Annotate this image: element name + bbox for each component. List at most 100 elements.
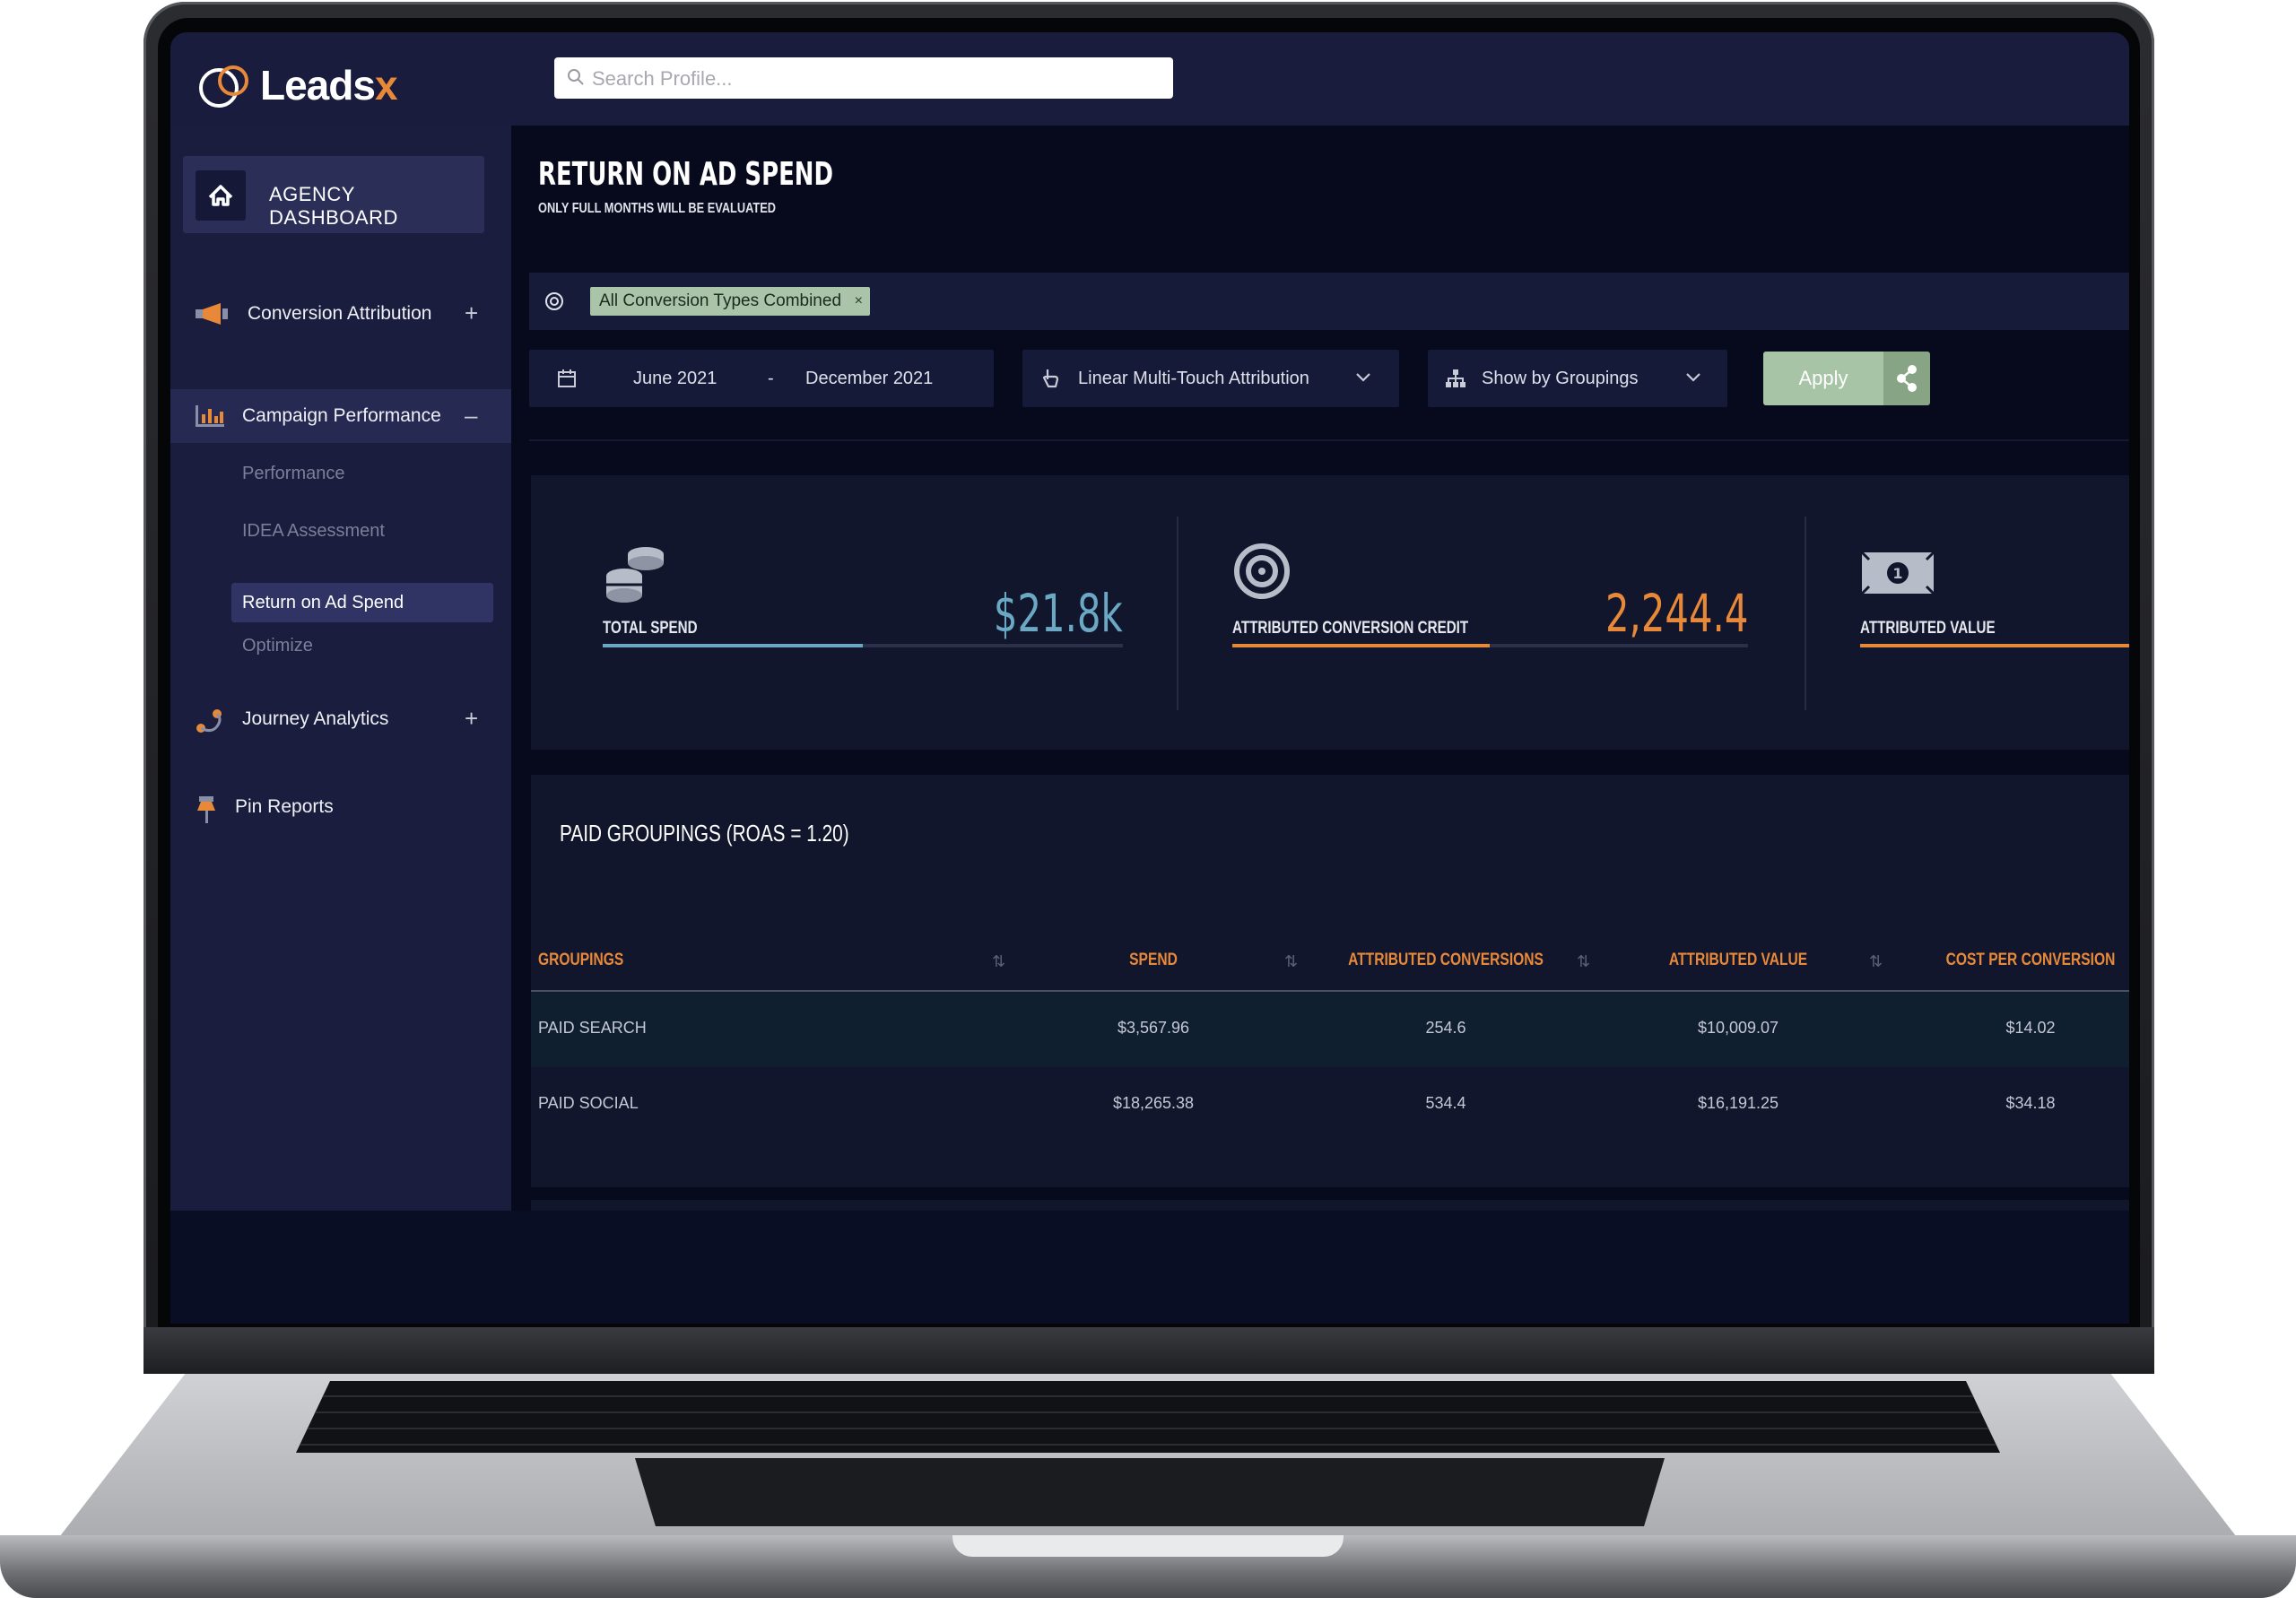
- nav-agency-dashboard[interactable]: AGENCY DASHBOARD: [183, 156, 484, 233]
- search-input[interactable]: [590, 63, 1159, 95]
- metric-progress-track: [1232, 644, 1748, 647]
- laptop-hinge: [144, 1327, 2154, 1374]
- cell-cost-per-conversion: $34.18: [2005, 1094, 2056, 1112]
- column-header-attributed-conversions[interactable]: ATTRIBUTED CONVERSIONS: [1348, 951, 1544, 970]
- cell-grouping: PAID SEARCH: [538, 1019, 647, 1037]
- sidebar-item-journey-analytics[interactable]: Journey Analytics +: [170, 692, 511, 746]
- metric-value: 2,244.4: [1605, 583, 1748, 644]
- chip-label: All Conversion Types Combined: [599, 291, 842, 310]
- conversion-filter-bar[interactable]: All Conversion Types Combined ×: [529, 273, 2129, 330]
- sort-icon[interactable]: ⇅: [1869, 952, 1883, 971]
- subitem-label: Return on Ad Spend: [242, 593, 404, 612]
- date-start: June 2021: [633, 369, 718, 388]
- cell-grouping: PAID SOCIAL: [538, 1094, 639, 1112]
- sidebar-item-label: Conversion Attribution: [248, 303, 432, 324]
- metric-progress-track: [603, 644, 1123, 647]
- subitem-label: Optimize: [242, 636, 313, 656]
- column-header-attributed-value[interactable]: ATTRIBUTED VALUE: [1669, 951, 1807, 970]
- table-row[interactable]: PAID SEARCH $3,567.96 254.6 $10,009.07 $…: [531, 992, 2129, 1067]
- chip-remove-icon[interactable]: ×: [855, 287, 863, 316]
- metric-separator: [1177, 517, 1178, 710]
- attribution-model-value: Linear Multi-Touch Attribution: [1078, 369, 1309, 388]
- search-icon: [568, 69, 584, 85]
- screen-footer-area: [170, 1211, 2129, 1324]
- conversion-type-chip[interactable]: All Conversion Types Combined ×: [590, 287, 871, 316]
- share-button[interactable]: [1883, 352, 1930, 405]
- sidebar-subitem-performance[interactable]: Performance: [231, 454, 483, 493]
- cell-spend: $3,567.96: [1117, 1019, 1190, 1037]
- route-icon: [196, 709, 222, 733]
- collapse-icon[interactable]: –: [465, 402, 477, 430]
- metric-total-spend: TOTAL SPEND $21.8k: [603, 475, 1123, 750]
- sidebar-item-conversion-attribution[interactable]: Conversion Attribution +: [170, 287, 511, 341]
- cell-attributed-conversions: 534.4: [1425, 1094, 1466, 1112]
- date-end: December 2021: [805, 369, 934, 388]
- table-row[interactable]: PAID SOCIAL $18,265.38 534.4 $16,191.25 …: [531, 1067, 2129, 1142]
- attribution-model-select[interactable]: Linear Multi-Touch Attribution: [1022, 350, 1399, 407]
- next-section-edge: [531, 1200, 2129, 1211]
- sidebar: AGENCY DASHBOARD Conversion Attribution …: [170, 126, 511, 1211]
- sort-icon[interactable]: ⇅: [1284, 952, 1298, 971]
- nav-home-label: AGENCY DASHBOARD: [269, 183, 398, 229]
- search-box[interactable]: [554, 57, 1173, 99]
- pin-icon: [197, 796, 215, 823]
- sort-icon[interactable]: ⇅: [992, 952, 1005, 971]
- app-screen: Leadsx AGENCY DASHBOARD: [170, 32, 2129, 1324]
- sidebar-subitem-optimize[interactable]: Optimize: [231, 626, 483, 665]
- subitem-label: IDEA Assessment: [242, 521, 385, 541]
- hierarchy-icon: [1446, 369, 1465, 387]
- metric-progress-track: [1860, 644, 2129, 647]
- expand-icon[interactable]: +: [465, 300, 478, 327]
- column-header-spend[interactable]: SPEND: [1129, 951, 1178, 970]
- logo-rings-icon: [199, 65, 248, 108]
- target-icon: [1234, 543, 1290, 599]
- section-divider: [529, 439, 2129, 441]
- laptop-notch: [952, 1535, 1344, 1557]
- share-icon: [1897, 365, 1917, 392]
- sidebar-item-campaign-performance[interactable]: Campaign Performance –: [170, 389, 511, 443]
- svg-text:1: 1: [1892, 565, 1902, 582]
- sidebar-subitem-return-on-ad-spend[interactable]: Return on Ad Spend: [231, 583, 493, 622]
- cell-cost-per-conversion: $14.02: [2005, 1019, 2056, 1037]
- grouping-select[interactable]: Show by Groupings: [1428, 350, 1727, 407]
- metric-progress-fill: [1860, 644, 2129, 647]
- keyboard: [296, 1381, 2000, 1453]
- home-icon: [208, 185, 233, 206]
- top-bar: Leadsx: [170, 32, 2129, 126]
- cell-attributed-conversions: 254.6: [1425, 1019, 1466, 1037]
- trackpad: [635, 1458, 1665, 1526]
- paid-groupings-table: PAID GROUPINGS (ROAS = 1.20) GROUPINGS ⇅…: [531, 775, 2129, 1187]
- column-header-groupings[interactable]: GROUPINGS: [538, 951, 623, 970]
- metric-separator: [1805, 517, 1806, 710]
- home-icon-box: [196, 170, 246, 221]
- target-small-icon: [545, 292, 563, 310]
- page-subtitle: ONLY FULL MONTHS WILL BE EVALUATED: [538, 201, 777, 216]
- date-range-picker[interactable]: June 2021 - December 2021: [529, 350, 994, 407]
- cell-attributed-value: $10,009.07: [1697, 1019, 1779, 1037]
- logo[interactable]: Leadsx: [196, 57, 429, 111]
- sort-icon[interactable]: ⇅: [1577, 952, 1590, 971]
- sidebar-subitem-idea-assessment[interactable]: IDEA Assessment: [231, 511, 483, 551]
- page-title: RETURN ON AD SPEND: [538, 156, 834, 193]
- main-content: RETURN ON AD SPEND ONLY FULL MONTHS WILL…: [511, 126, 2129, 1211]
- dollar-bill-icon: 1: [1860, 551, 1935, 595]
- sidebar-item-label: Pin Reports: [235, 796, 334, 817]
- sidebar-item-pin-reports[interactable]: Pin Reports: [170, 780, 511, 834]
- chevron-down-icon: [1356, 373, 1370, 382]
- bar-chart-icon: [196, 405, 224, 427]
- sidebar-item-label: Campaign Performance: [242, 405, 441, 426]
- table-title: PAID GROUPINGS (ROAS = 1.20): [560, 820, 849, 847]
- chevron-down-icon: [1686, 373, 1700, 382]
- sidebar-item-label: Journey Analytics: [242, 708, 389, 729]
- grouping-value: Show by Groupings: [1482, 369, 1639, 388]
- expand-icon[interactable]: +: [465, 705, 478, 733]
- column-header-cost-per-conversion[interactable]: COST PER CONVERSION: [1946, 951, 2116, 970]
- metrics-panel: TOTAL SPEND $21.8k ATTRIBUTED CONVERSION…: [531, 475, 2129, 750]
- subitem-label: Performance: [242, 464, 345, 483]
- metric-label: ATTRIBUTED VALUE: [1860, 619, 1996, 638]
- metric-label: TOTAL SPEND: [603, 619, 698, 638]
- apply-button[interactable]: Apply: [1763, 352, 1883, 405]
- metric-label: ATTRIBUTED CONVERSION CREDIT: [1232, 619, 1469, 638]
- metric-progress-fill: [603, 644, 863, 647]
- date-separator: -: [768, 369, 774, 388]
